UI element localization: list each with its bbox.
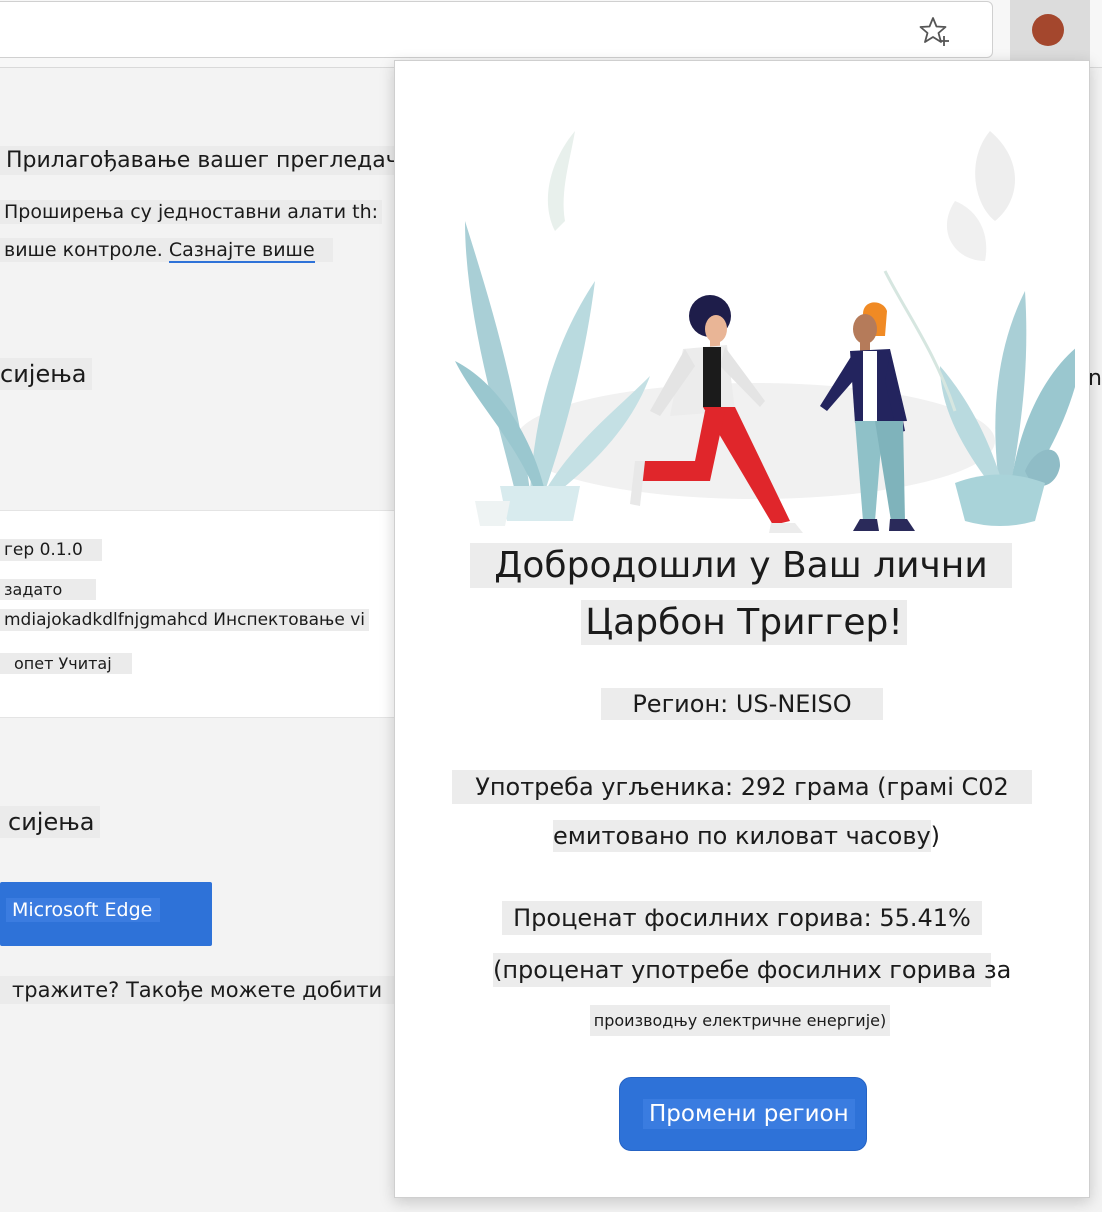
extension-name-version: гер 0.1.0 xyxy=(0,539,102,561)
reload-link[interactable]: опет Учитај xyxy=(0,653,132,674)
section-heading: сијења xyxy=(0,358,92,390)
extension-popup: Добродошли у Ваш лични Царбон Триггер! Р… xyxy=(394,60,1090,1198)
address-bar[interactable] xyxy=(0,1,993,58)
change-region-button[interactable]: Промени регион xyxy=(619,1077,867,1151)
truncated-text: n xyxy=(1088,366,1102,391)
carbon-usage-line2: емитовано по киловат часову) xyxy=(553,820,941,852)
carbon-usage-line1: Употреба угљеника: 292 грама (грамі C02 xyxy=(452,770,1032,804)
welcome-illustration xyxy=(455,131,1075,533)
section-heading-2: сијења xyxy=(0,806,100,838)
intro-text: више контроле. xyxy=(4,239,163,261)
learn-more-link[interactable]: Сазнајте више xyxy=(168,239,315,263)
intro-text-line1: Проширења су једноставни алати th: xyxy=(0,200,383,224)
intro-text-line2: више контроле. Сазнајте више xyxy=(0,238,333,263)
star-add-icon[interactable] xyxy=(917,14,953,50)
page-heading: Прилагођавање вашег прегледача xyxy=(0,146,419,175)
change-region-label: Промени регион xyxy=(643,1099,855,1129)
extension-button[interactable] xyxy=(1010,0,1090,60)
default-label: задато xyxy=(0,579,96,600)
microsoft-edge-addons-button[interactable]: Microsoft Edge xyxy=(0,882,212,946)
carbon-trigger-extension-icon xyxy=(1032,14,1064,46)
browser-toolbar xyxy=(0,0,1102,68)
fossil-fuel-description-line1: (проценат употребе фосилних горива за xyxy=(493,953,1011,987)
edge-button-label: Microsoft Edge xyxy=(6,898,161,922)
extension-card: гер 0.1.0 задато mdiajokadkdlfnjgmahcd И… xyxy=(0,510,400,718)
extension-id-inspect[interactable]: mdiajokadkdlfnjgmahcd Инспектовање vi xyxy=(0,609,369,631)
welcome-title-line2: Царбон Триггер! xyxy=(581,600,907,645)
region-text: Регион: US-NEISO xyxy=(601,688,883,720)
find-more-text: тражите? Такође можете добити xyxy=(0,976,395,1004)
welcome-title-line1: Добродошли у Ваш лични xyxy=(470,543,1012,588)
fossil-fuel-percentage: Проценат фосилних горива: 55.41% xyxy=(502,901,982,935)
fossil-fuel-description-line2: производњу електричне енергије) xyxy=(590,1005,890,1036)
